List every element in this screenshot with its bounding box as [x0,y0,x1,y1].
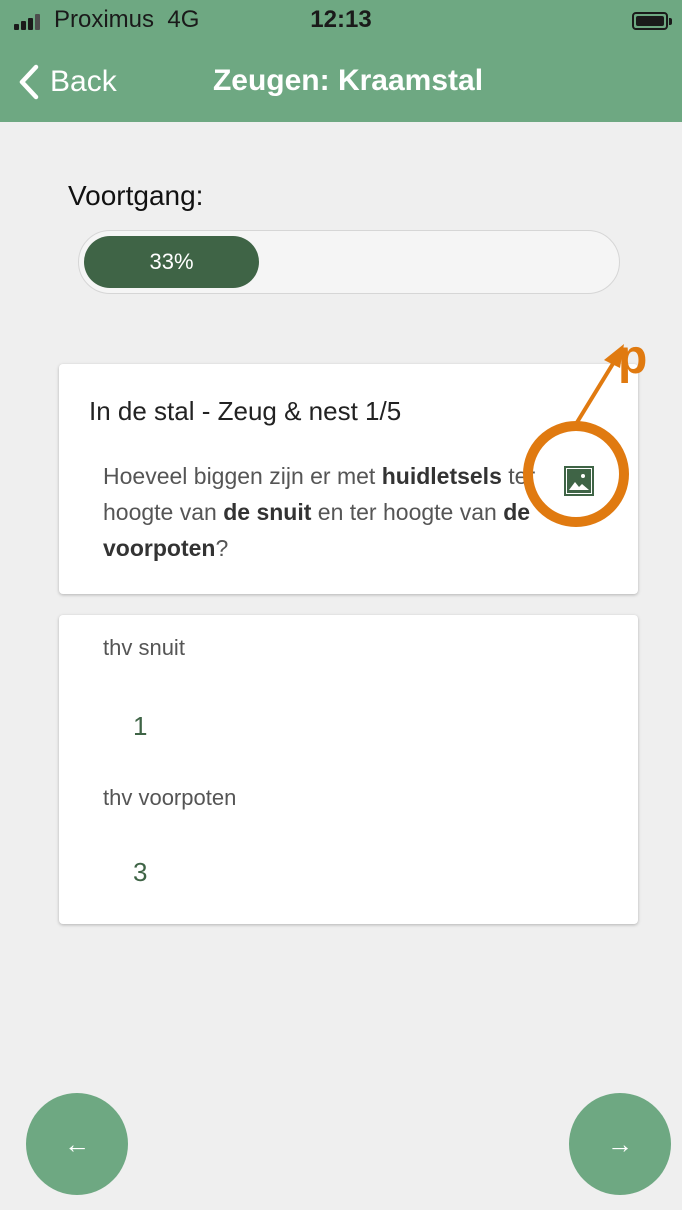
navigation-bar: Back Zeugen: Kraamstal [0,40,682,122]
question-title: In de stal - Zeug & nest 1/5 [89,396,402,426]
answer-value-voorpoten[interactable]: 3 [133,857,147,888]
next-button[interactable]: → [569,1093,671,1195]
arrow-left-icon: ← [64,1128,90,1159]
question-text-emphasis: huidletsels [381,463,502,489]
answer-value-snuit[interactable]: 1 [133,711,147,742]
battery-icon [632,12,672,30]
annotation-letter: p [618,331,648,384]
question-card: In de stal - Zeug & nest 1/5 Hoeveel big… [59,364,638,594]
status-bar: Proximus 4G 12:13 [0,0,682,40]
question-text-part: Hoeveel biggen zijn er met [103,463,382,489]
image-icon [567,469,591,493]
question-text-part: en ter hoogte van [311,499,504,525]
answer-label-snuit: thv snuit [103,635,185,660]
image-button[interactable] [564,466,594,496]
arrow-right-icon: → [607,1128,633,1159]
question-text: Hoeveel biggen zijn er met huidletsels t… [103,458,543,566]
status-time: 12:13 [310,6,372,33]
question-text-emphasis: de snuit [223,499,312,525]
question-text-part: ? [215,535,229,561]
previous-button[interactable]: ← [26,1093,128,1195]
progress-fill: 33% [84,236,259,288]
answer-card: thv snuit 1 thv voorpoten 3 [59,615,638,924]
progress-percent: 33% [149,249,194,274]
progress-bar: 33% [78,230,620,294]
answer-label-voorpoten: thv voorpoten [103,785,237,810]
progress-label: Voortgang: [68,180,204,211]
app-header: Proximus 4G 12:13 Back Zeugen: Kraamstal [0,0,682,122]
page-title: Zeugen: Kraamstal [212,64,484,97]
